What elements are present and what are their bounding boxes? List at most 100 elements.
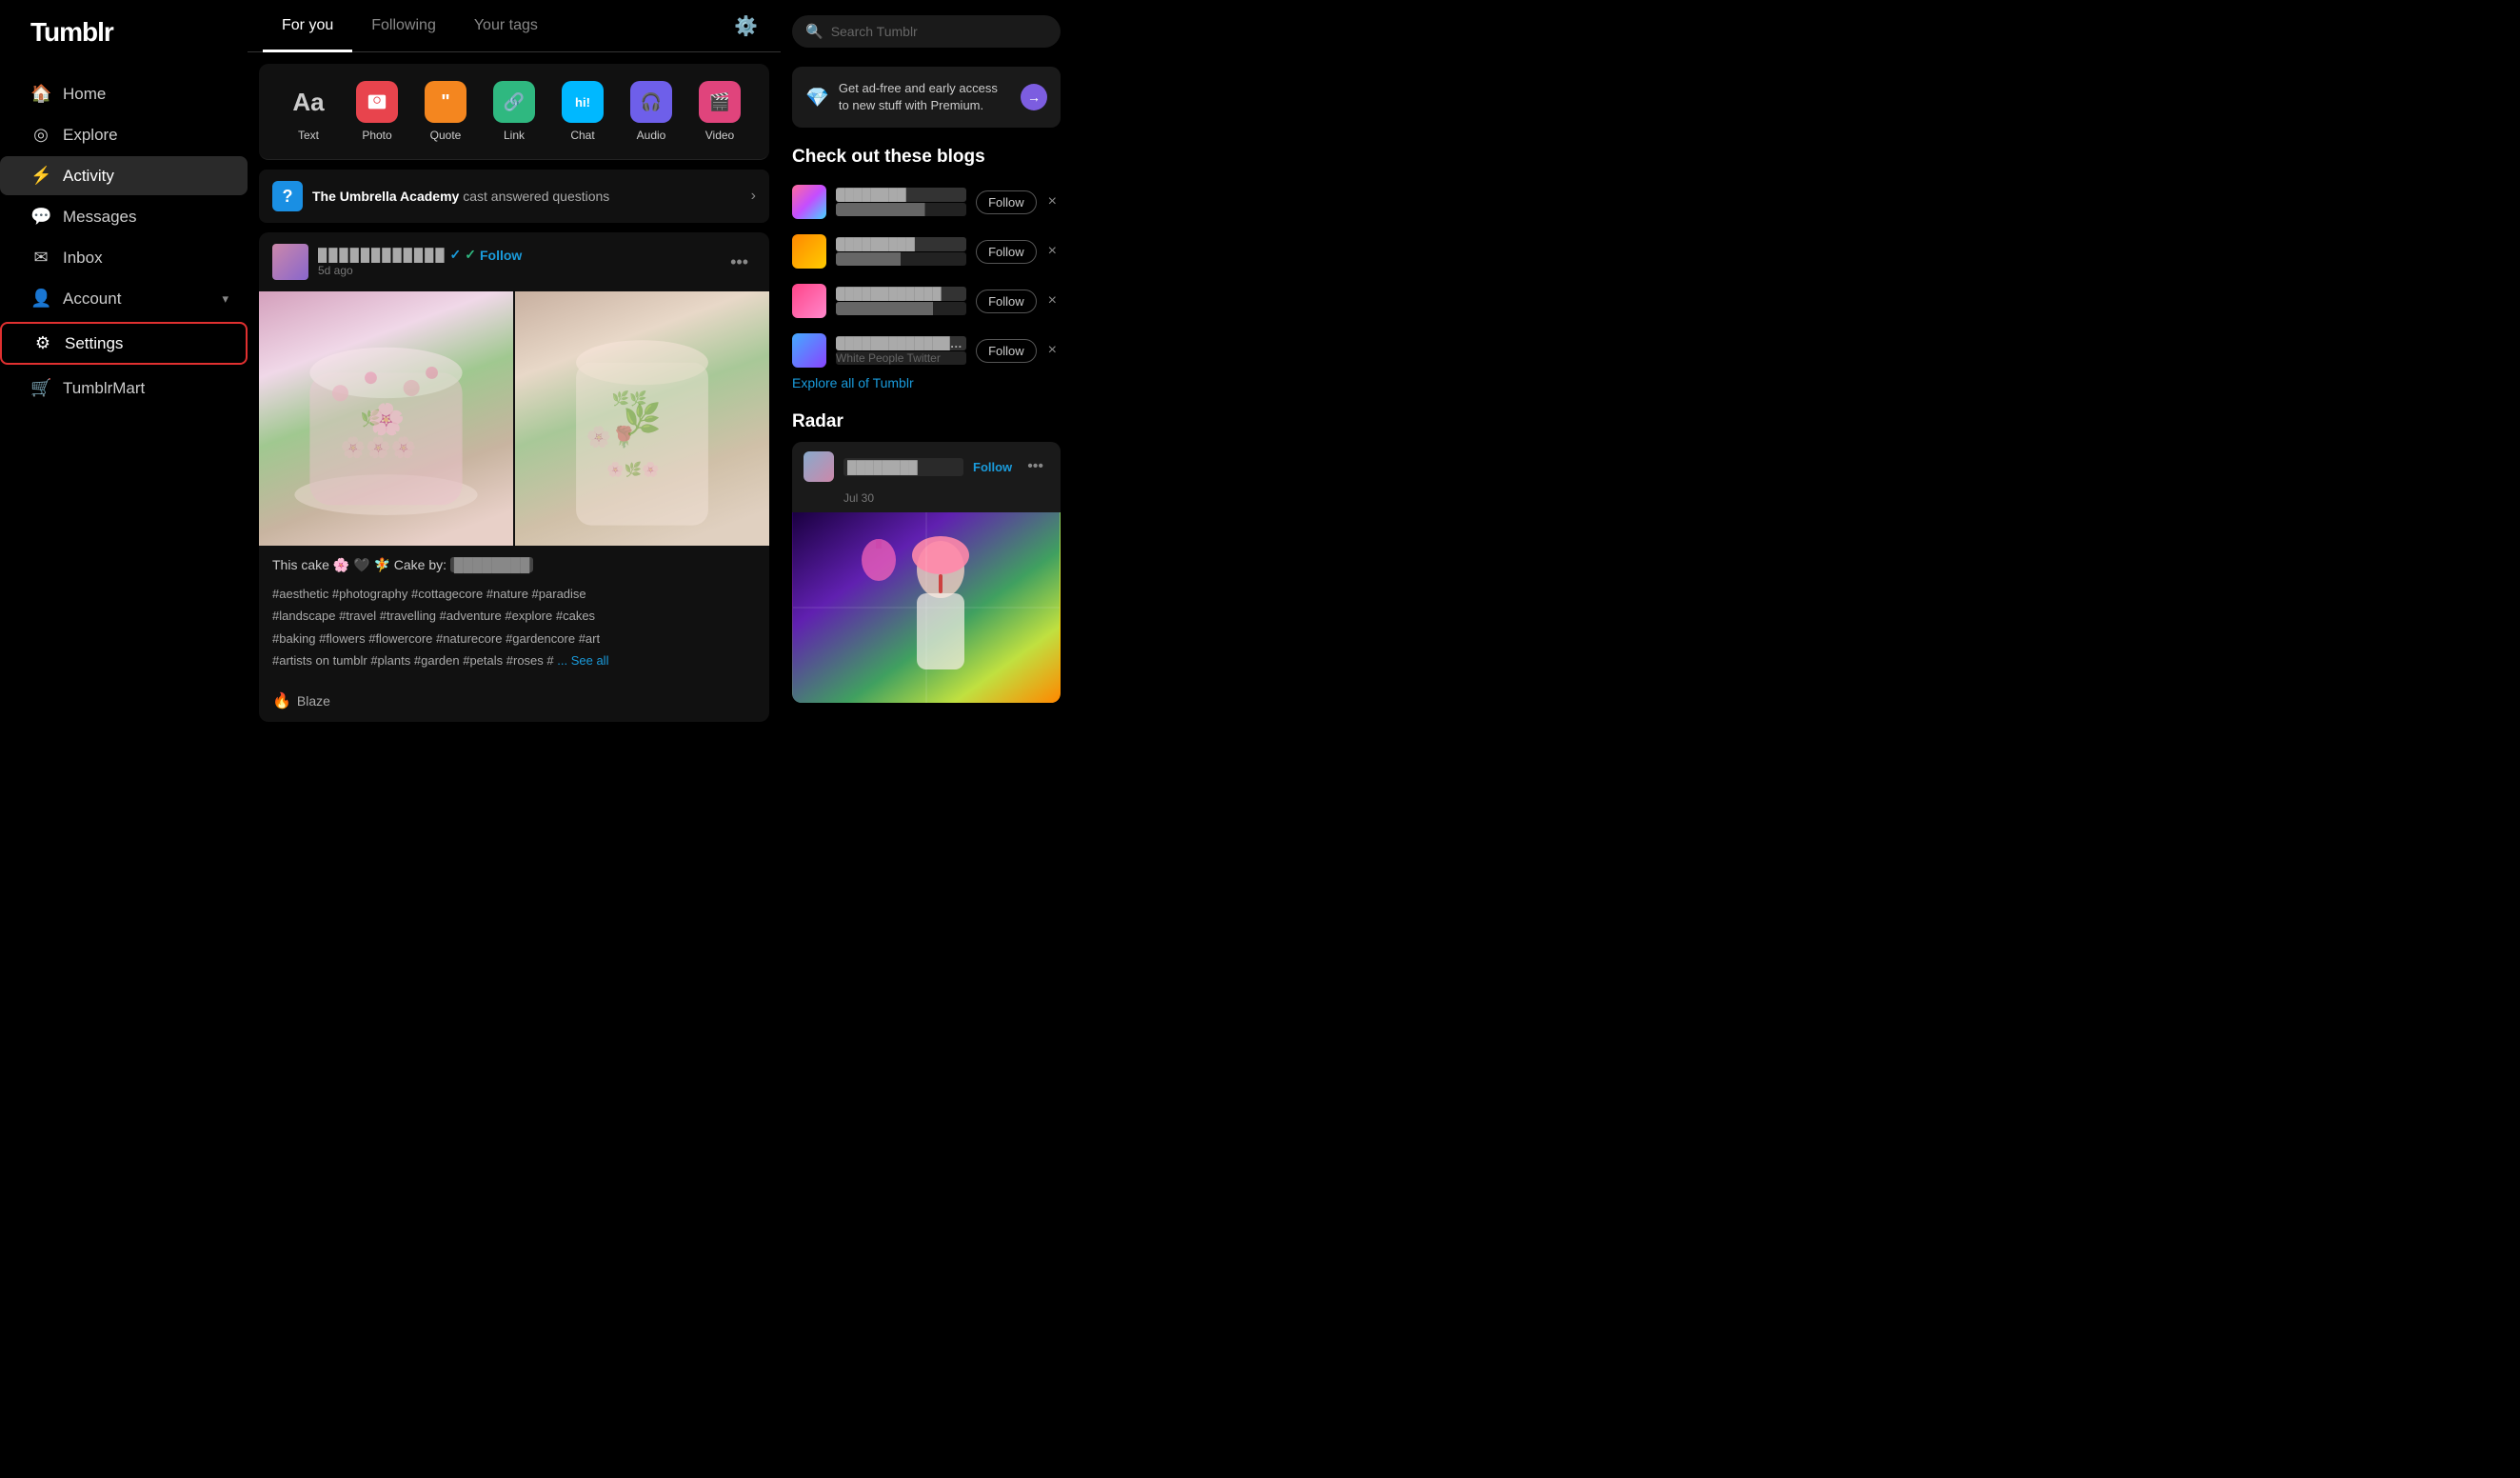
photo-post-label: Photo xyxy=(362,129,391,142)
post-type-chat[interactable]: hi! Chat xyxy=(548,81,617,142)
tag-plants[interactable]: #plants xyxy=(370,653,410,668)
inbox-icon: ✉ xyxy=(30,248,51,268)
tag-baking[interactable]: #baking xyxy=(272,631,316,646)
dismiss-blog-3-button[interactable]: × xyxy=(1044,290,1061,311)
tag-flowercore[interactable]: #flowercore xyxy=(368,631,432,646)
flame-icon: 🔥 xyxy=(272,691,291,710)
announcement-banner[interactable]: ? The Umbrella Academy cast answered que… xyxy=(259,170,769,223)
quote-post-icon: " xyxy=(425,81,466,123)
sidebar-item-label: TumblrMart xyxy=(63,379,145,398)
tag-naturecore[interactable]: #naturecore xyxy=(436,631,502,646)
follow-blog-4-button[interactable]: Follow xyxy=(976,339,1037,363)
tag-cakes[interactable]: #cakes xyxy=(556,609,595,623)
tag-travelling[interactable]: #travelling xyxy=(380,609,436,623)
blog-actions-3: Follow × xyxy=(976,290,1061,313)
blog-avatar-3 xyxy=(792,284,826,318)
caption-username: ████████ xyxy=(450,557,533,572)
radar-follow-button[interactable]: Follow xyxy=(973,460,1012,474)
post-type-text[interactable]: Aa Text xyxy=(274,81,343,142)
post-follow-button[interactable]: Follow xyxy=(480,248,522,263)
tag-adventure[interactable]: #adventure xyxy=(440,609,502,623)
dismiss-blog-1-button[interactable]: × xyxy=(1044,191,1061,212)
explore-all-link[interactable]: Explore all of Tumblr xyxy=(792,375,914,390)
post-type-quote[interactable]: " Quote xyxy=(411,81,480,142)
post-footer: 🔥 Blaze xyxy=(259,684,769,722)
tag-nature[interactable]: #nature xyxy=(486,587,528,601)
feed-settings-icon[interactable]: ⚙️ xyxy=(726,7,765,46)
radar-image-art xyxy=(792,512,1061,703)
sidebar-item-messages[interactable]: 💬 Messages xyxy=(0,197,248,236)
tag-paradise[interactable]: #paradise xyxy=(532,587,586,601)
svg-text:🌿: 🌿 xyxy=(361,409,381,428)
dismiss-blog-2-button[interactable]: × xyxy=(1044,241,1061,262)
sidebar-item-activity[interactable]: ⚡ Activity xyxy=(0,156,248,195)
blogs-section-title: Check out these blogs xyxy=(792,147,1061,168)
tag-photography[interactable]: #photography xyxy=(332,587,408,601)
post-type-video[interactable]: 🎬 Video xyxy=(685,81,754,142)
radar-section: Radar ████████ Follow ••• Jul 30 xyxy=(792,411,1061,703)
account-icon: 👤 xyxy=(30,289,51,309)
tab-following[interactable]: Following xyxy=(352,0,455,52)
sidebar-item-label: Settings xyxy=(65,334,123,353)
sidebar-item-tumblrmart[interactable]: 🛒 TumblrMart xyxy=(0,369,248,408)
post-image-1: 🌸🌸🌸 🌿 xyxy=(259,291,513,546)
post-type-link[interactable]: 🔗 Link xyxy=(480,81,548,142)
tag-travel[interactable]: #travel xyxy=(339,609,376,623)
tag-flowers[interactable]: #flowers xyxy=(319,631,365,646)
tag-gardencore[interactable]: #gardencore xyxy=(506,631,575,646)
tag-roses[interactable]: #roses xyxy=(506,653,544,668)
dismiss-blog-4-button[interactable]: × xyxy=(1044,340,1061,361)
radar-menu-button[interactable]: ••• xyxy=(1022,456,1049,477)
post-menu-button[interactable]: ••• xyxy=(723,249,756,276)
premium-cta-button[interactable]: → xyxy=(1021,84,1047,110)
post-type-photo[interactable]: Photo xyxy=(343,81,411,142)
settings-wrapper: ⚙ Settings xyxy=(0,320,248,367)
tag-artists-on-tumblr[interactable]: #artists on tumblr xyxy=(272,653,367,668)
search-box[interactable]: 🔍 xyxy=(792,15,1061,48)
blaze-button[interactable]: 🔥 Blaze xyxy=(272,691,330,710)
tag-garden[interactable]: #garden xyxy=(414,653,460,668)
search-icon: 🔍 xyxy=(805,23,823,40)
blogs-section: Check out these blogs ████████ █████████… xyxy=(792,147,1061,392)
premium-banner: 💎 Get ad-free and early access to new st… xyxy=(792,67,1061,128)
sidebar-item-home[interactable]: 🏠 Home xyxy=(0,74,248,113)
blog-handle-4: White People Twitter xyxy=(836,351,966,365)
sidebar-item-label: Home xyxy=(63,85,106,104)
follow-blog-1-button[interactable]: Follow xyxy=(976,190,1037,214)
blog-handle-3: ████████████ xyxy=(836,302,966,315)
sidebar-item-label: Messages xyxy=(63,208,136,227)
tag-art[interactable]: #art xyxy=(579,631,600,646)
follow-blog-3-button[interactable]: Follow xyxy=(976,290,1037,313)
sidebar-item-inbox[interactable]: ✉ Inbox xyxy=(0,238,248,277)
follow-blog-2-button[interactable]: Follow xyxy=(976,240,1037,264)
photo-post-icon xyxy=(356,81,398,123)
tab-your-tags[interactable]: Your tags xyxy=(455,0,557,52)
chat-post-icon: hi! xyxy=(562,81,604,123)
post-card: ████████████ ✓ ✓ Follow 5d ago ••• xyxy=(259,232,769,722)
blog-actions-1: Follow × xyxy=(976,190,1061,214)
sidebar-item-explore[interactable]: ◎ Explore xyxy=(0,115,248,154)
main-content: For you Following Your tags ⚙️ Aa Text P… xyxy=(248,0,2520,1478)
post-type-audio[interactable]: 🎧 Audio xyxy=(617,81,685,142)
svg-text:🌿🌿: 🌿🌿 xyxy=(611,389,646,407)
radar-date: Jul 30 xyxy=(792,491,1061,512)
radar-image xyxy=(792,512,1061,703)
sidebar-item-settings[interactable]: ⚙ Settings xyxy=(0,322,248,365)
blog-name-3: ████████████ xyxy=(836,287,966,301)
blog-item: █████████ ████████ Follow × xyxy=(792,227,1061,276)
sidebar: Tumblr 🏠 Home ◎ Explore ⚡ Activity 💬 Mes… xyxy=(0,0,248,1478)
tag-explore[interactable]: #explore xyxy=(505,609,552,623)
tag-cottagecore[interactable]: #cottagecore xyxy=(411,587,483,601)
search-input[interactable] xyxy=(831,24,1047,39)
tag-landscape[interactable]: #landscape xyxy=(272,609,336,623)
blog-handle-1: ███████████ xyxy=(836,203,966,216)
tag-aesthetic[interactable]: #aesthetic xyxy=(272,587,328,601)
tag-petals[interactable]: #petals xyxy=(463,653,503,668)
svg-text:🌸🌿🌸: 🌸🌿🌸 xyxy=(606,461,660,478)
app-logo: Tumblr xyxy=(0,17,113,48)
verified-icon-1: ✓ xyxy=(450,247,462,263)
tab-for-you[interactable]: For you xyxy=(263,0,352,52)
blog-name-1: ████████ xyxy=(836,188,966,202)
see-all-tags[interactable]: ... See all xyxy=(557,653,608,668)
sidebar-item-account[interactable]: 👤 Account ▾ xyxy=(0,279,248,318)
